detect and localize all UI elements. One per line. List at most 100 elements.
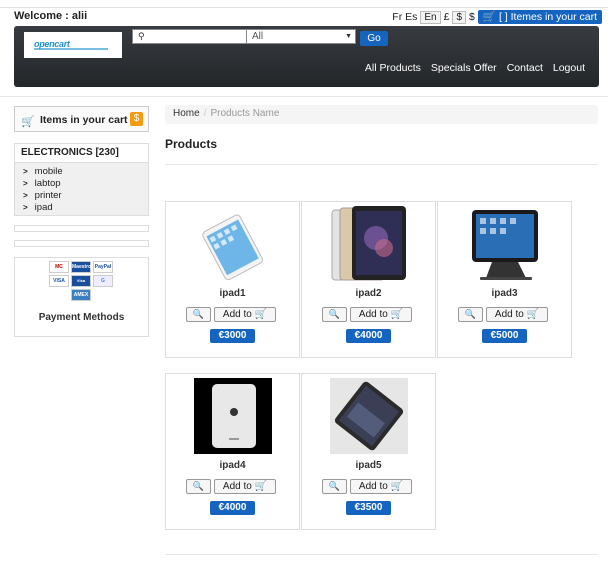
product-name[interactable]: ipad5 xyxy=(302,460,435,471)
title-divider xyxy=(165,164,598,165)
maestro-logo: Maestro xyxy=(71,261,91,273)
add-to-cart-label: Add to xyxy=(358,309,388,320)
category-select[interactable]: All ▼ xyxy=(246,29,356,44)
product-card: ipad2 🔍 Add to 🛒 €4000 xyxy=(301,201,436,358)
add-to-cart-label: Add to xyxy=(494,309,524,320)
add-to-cart-label: Add to xyxy=(358,481,388,492)
visa-electron-logo: Visa Electron xyxy=(71,275,91,293)
store-logo[interactable]: opencart xyxy=(24,32,122,58)
category-item-labtop[interactable]: > labtop xyxy=(23,177,148,189)
cart-icon: 🛒 xyxy=(390,481,404,492)
nav-specials-offer[interactable]: Specials Offer xyxy=(431,62,497,74)
quick-view-button[interactable]: 🔍 xyxy=(186,307,211,322)
google-checkout-logo: G xyxy=(93,275,113,287)
header-divider xyxy=(0,96,608,97)
sidebar-cart[interactable]: 🛒 Items in your cart $ xyxy=(14,106,149,132)
nav-logout[interactable]: Logout xyxy=(553,62,585,74)
zoom-icon: 🔍 xyxy=(464,309,477,319)
cart-icon: 🛒 xyxy=(482,11,496,23)
currency-dollar-button[interactable]: $ xyxy=(452,10,467,24)
currency-pound[interactable]: £ xyxy=(444,11,450,23)
quick-view-button[interactable]: 🔍 xyxy=(186,479,211,494)
category-panel: ELECTRONICS [230] > mobile > labtop > print… xyxy=(14,143,149,216)
category-select-value: All xyxy=(252,31,264,42)
zoom-icon: 🔍 xyxy=(192,309,205,319)
product-image[interactable] xyxy=(194,378,272,454)
add-to-cart-button[interactable]: Add to 🛒 xyxy=(214,479,276,494)
payment-methods-label: Payment Methods xyxy=(38,312,125,323)
product-card: ipad5 🔍 Add to 🛒 €3500 xyxy=(301,373,436,530)
price-badge: €3000 xyxy=(210,329,255,343)
cart-button-label: [ ] Itemes in your cart xyxy=(498,11,597,23)
welcome-text: Welcome : alii xyxy=(14,10,88,22)
language-fr-es[interactable]: Fr Es xyxy=(392,11,417,23)
shopping-cart-icon: 🛒 xyxy=(21,116,35,128)
cart-icon: 🛒 xyxy=(254,309,268,320)
category-item-printer[interactable]: > printer xyxy=(23,189,148,201)
product-image[interactable] xyxy=(466,206,544,282)
add-to-cart-button[interactable]: Add to 🛒 xyxy=(486,307,548,322)
top-divider xyxy=(0,7,608,8)
chevron-down-icon: ▼ xyxy=(345,33,352,40)
product-card: ipad4 🔍 Add to 🛒 €4000 xyxy=(165,373,300,530)
search-input[interactable]: ⚲ xyxy=(132,29,255,44)
category-item-label: printer xyxy=(34,189,62,201)
cart-icon: 🛒 xyxy=(526,309,540,320)
product-card: ipad3 🔍 Add to 🛒 €5000 xyxy=(437,201,572,358)
cart-total-badge: $ xyxy=(130,112,143,126)
product-image[interactable] xyxy=(194,206,272,282)
category-title[interactable]: ELECTRONICS [230] xyxy=(15,144,148,163)
category-item-label: mobile xyxy=(34,165,63,177)
currency-dollar[interactable]: $ xyxy=(469,11,475,23)
add-to-cart-button[interactable]: Add to 🛒 xyxy=(214,307,276,322)
product-image[interactable] xyxy=(330,378,408,454)
product-image[interactable] xyxy=(330,206,408,282)
sidebar-empty-panel xyxy=(14,225,149,232)
main-nav: All Products Specials Offer Contact Logo… xyxy=(365,62,585,74)
price-badge: €5000 xyxy=(482,329,527,343)
add-to-cart-button[interactable]: Add to 🛒 xyxy=(350,479,412,494)
cart-button[interactable]: 🛒 [ ] Itemes in your cart xyxy=(477,10,602,24)
main-header: opencart ⚲ All ▼ Go All Products Special… xyxy=(14,26,599,87)
chevron-right-icon: > xyxy=(23,166,28,176)
product-name[interactable]: ipad4 xyxy=(166,460,299,471)
quick-view-button[interactable]: 🔍 xyxy=(322,479,347,494)
zoom-icon: 🔍 xyxy=(328,309,341,319)
cart-icon: 🛒 xyxy=(254,481,268,492)
bottom-divider xyxy=(165,554,598,555)
search-icon: ⚲ xyxy=(138,31,145,41)
chevron-right-icon: > xyxy=(23,190,28,200)
breadcrumb-separator: / xyxy=(203,108,207,119)
product-name[interactable]: ipad3 xyxy=(438,288,571,299)
add-to-cart-button[interactable]: Add to 🛒 xyxy=(350,307,412,322)
nav-all-products[interactable]: All Products xyxy=(365,62,421,74)
product-name[interactable]: ipad2 xyxy=(302,288,435,299)
price-badge: €4000 xyxy=(210,501,255,515)
zoom-icon: 🔍 xyxy=(328,481,341,491)
sidebar-empty-panel xyxy=(14,240,149,247)
quick-view-button[interactable]: 🔍 xyxy=(458,307,483,322)
payment-methods-panel: MC Maestro PayPal VISA Visa Electron G A… xyxy=(14,257,149,337)
breadcrumb-current: Products Name xyxy=(210,108,280,119)
category-item-mobile[interactable]: > mobile xyxy=(23,165,148,177)
product-card: ipad1 🔍 Add to 🛒 €3000 xyxy=(165,201,300,358)
breadcrumb-home[interactable]: Home xyxy=(173,108,200,119)
product-name[interactable]: ipad1 xyxy=(166,288,299,299)
paypal-logo: PayPal xyxy=(93,261,113,273)
breadcrumb: Home / Products Name xyxy=(165,105,598,124)
cart-icon: 🛒 xyxy=(390,309,404,320)
price-badge: €3500 xyxy=(346,501,391,515)
category-item-ipad[interactable]: > ipad xyxy=(23,201,148,213)
chevron-right-icon: > xyxy=(23,178,28,188)
category-item-label: labtop xyxy=(34,177,61,189)
amex-logo: AMEX xyxy=(71,289,91,301)
chevron-right-icon: > xyxy=(23,202,28,212)
visa-logo: VISA xyxy=(49,275,69,287)
add-to-cart-label: Add to xyxy=(222,481,252,492)
nav-contact[interactable]: Contact xyxy=(507,62,543,74)
go-button[interactable]: Go xyxy=(360,31,388,46)
logo-underline xyxy=(34,48,108,50)
top-right-toolbar: Fr Es En £ $ $ 🛒 [ ] Itemes in your cart xyxy=(392,10,602,24)
language-en-button[interactable]: En xyxy=(420,10,441,24)
quick-view-button[interactable]: 🔍 xyxy=(322,307,347,322)
